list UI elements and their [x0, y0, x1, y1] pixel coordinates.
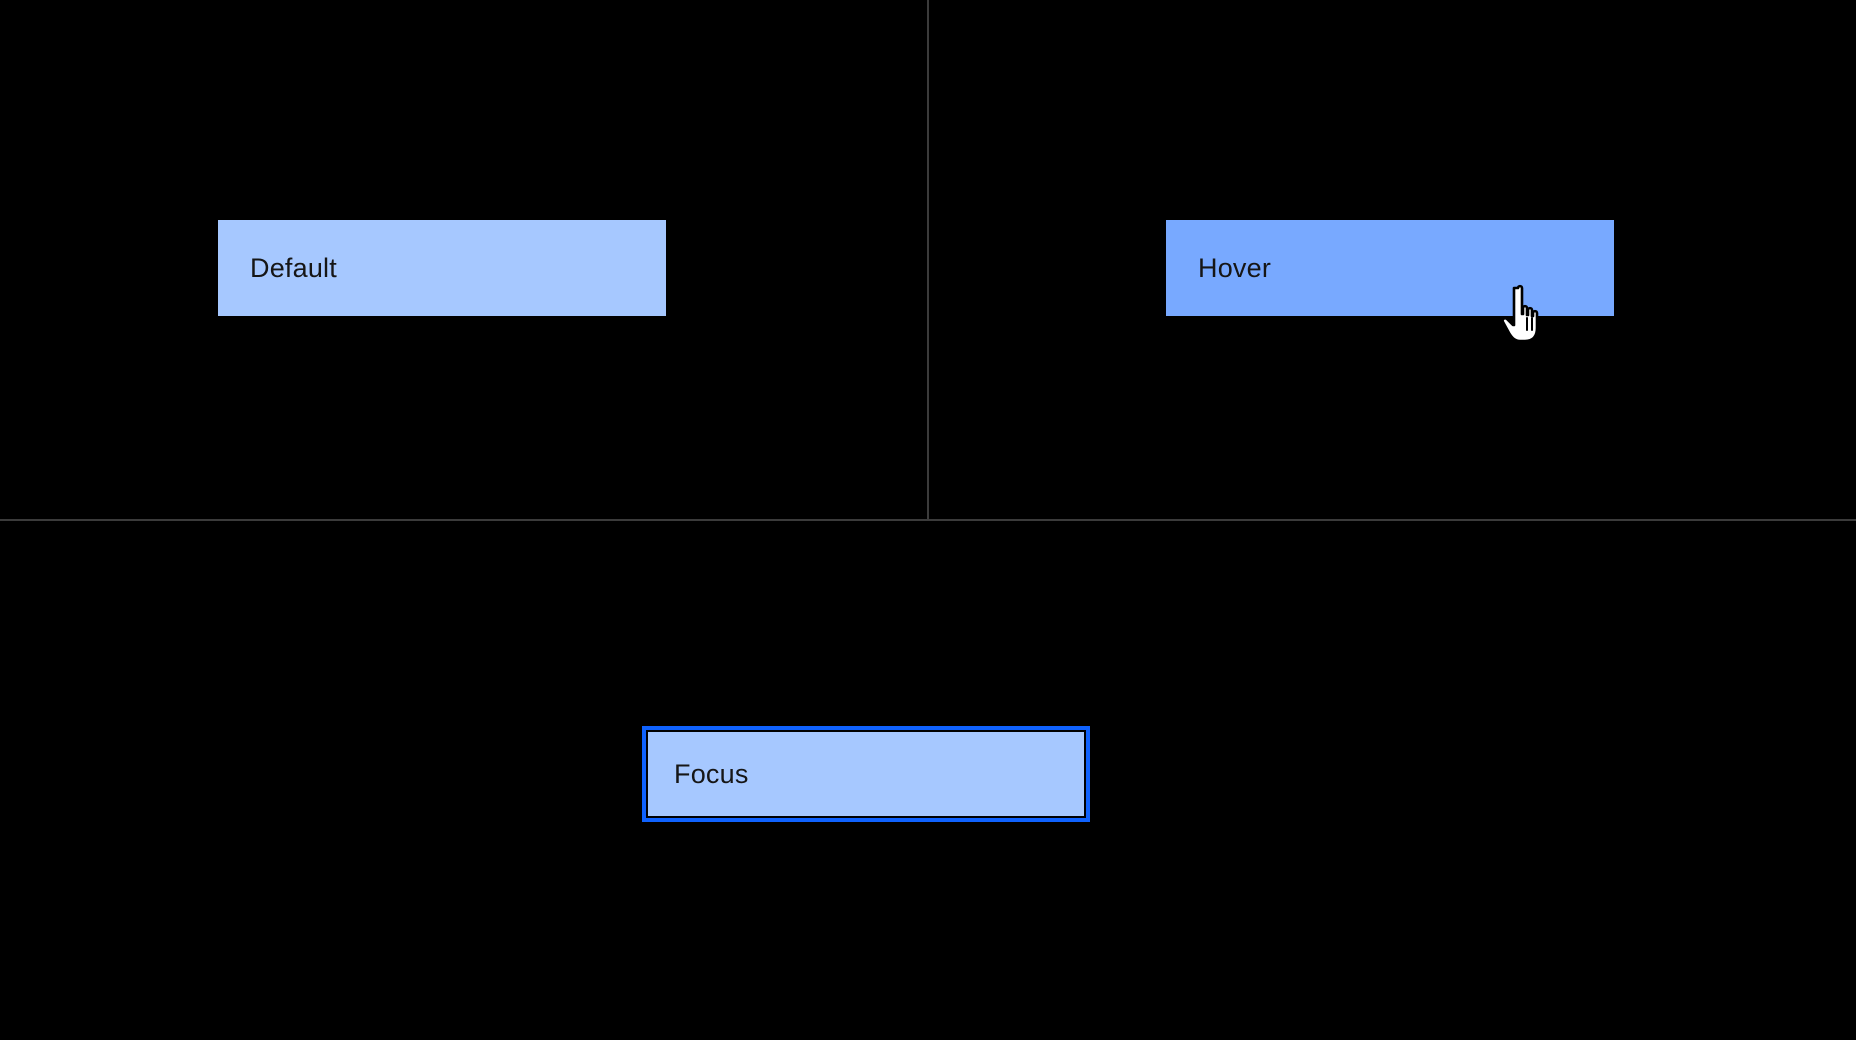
default-button-label: Default: [250, 252, 337, 283]
focus-button-label: Focus: [674, 758, 749, 789]
hover-button-label: Hover: [1198, 252, 1272, 283]
horizontal-divider: [0, 519, 1856, 521]
vertical-divider: [927, 0, 929, 520]
hand-pointer-icon: [1501, 284, 1539, 343]
default-state-button[interactable]: Default: [218, 220, 666, 316]
focus-state-button[interactable]: Focus: [642, 726, 1090, 822]
button-states-canvas: Default Hover Focus: [0, 0, 1856, 1040]
